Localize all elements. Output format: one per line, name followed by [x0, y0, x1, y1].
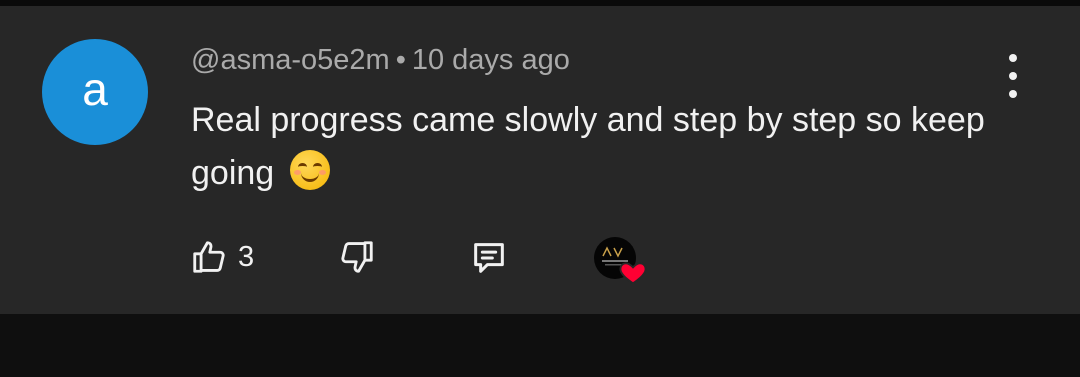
more-options-button[interactable] — [1000, 54, 1028, 98]
like-count: 3 — [238, 240, 255, 273]
dislike-button[interactable] — [338, 238, 376, 281]
author-handle[interactable]: @asma-o5e2m — [191, 44, 390, 76]
comment-header: @asma-o5e2m • 10 days ago — [191, 44, 570, 77]
heart-icon — [619, 262, 647, 285]
reply-button[interactable] — [468, 238, 510, 283]
comment-timestamp[interactable]: 10 days ago — [412, 44, 570, 76]
comment-card: a @asma-o5e2m • 10 days ago Real progress … — [0, 6, 1080, 314]
comment-reply-icon — [474, 243, 504, 273]
author-avatar[interactable]: a — [42, 39, 148, 145]
page-background — [0, 314, 1080, 377]
meta-separator: • — [395, 44, 406, 76]
comment-text: Real progress came slowly and step by st… — [191, 94, 991, 200]
more-vertical-icon — [1009, 54, 1017, 62]
smiling-face-emoji-icon — [289, 150, 330, 190]
creator-heart-badge[interactable] — [594, 237, 654, 287]
thumbs-down-icon — [341, 241, 373, 273]
avatar-letter: a — [82, 63, 108, 115]
like-button[interactable]: 3 — [190, 236, 254, 278]
thumbs-up-icon — [193, 241, 225, 273]
